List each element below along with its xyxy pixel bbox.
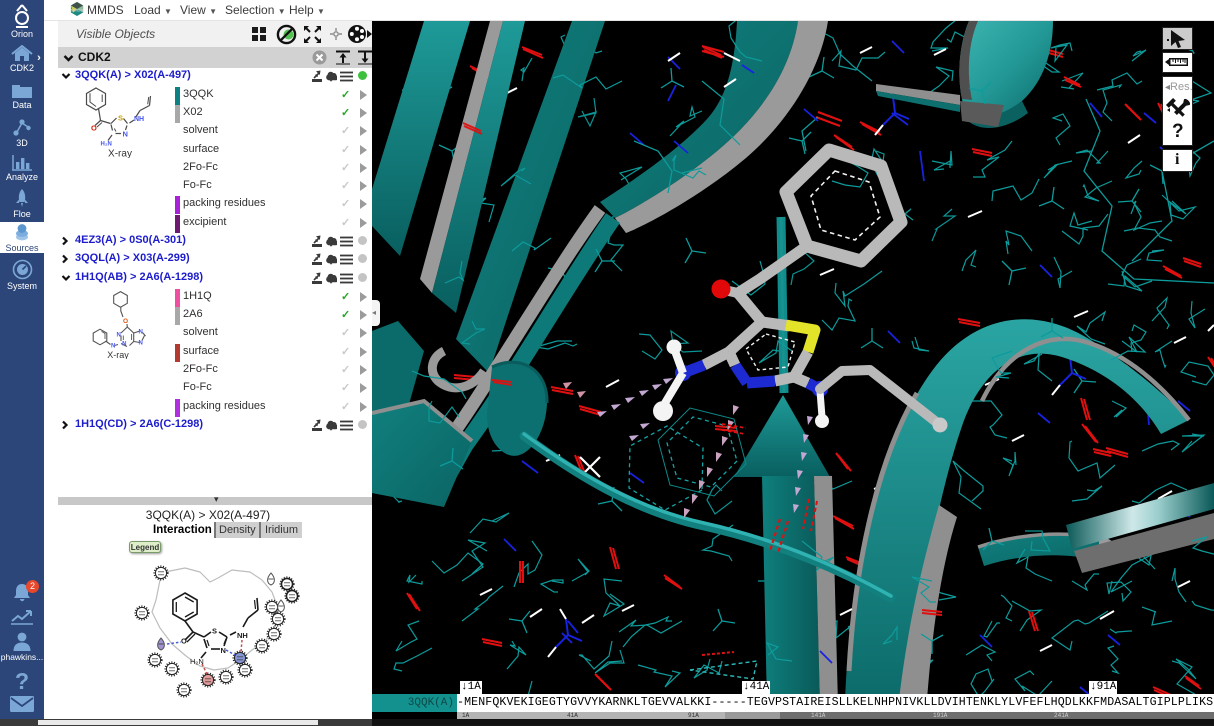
svg-text:N: N [139,330,143,336]
svg-text:MMDS: MMDS [71,8,84,13]
svg-text:X-ray: X-ray [107,350,129,359]
svg-text:N: N [221,646,226,655]
svg-text:H₂N: H₂N [101,142,112,148]
svg-text:S: S [212,627,217,636]
svg-text:O: O [123,318,128,325]
svg-text:N: N [139,341,143,347]
svg-text:NH: NH [237,631,248,640]
svg-text:NH: NH [134,116,144,123]
svg-text:S: S [118,114,123,123]
svg-text:N: N [123,130,128,139]
svg-text:O: O [91,124,97,133]
svg-text:N: N [117,333,121,339]
svg-text:N: N [111,344,115,350]
svg-text:X-ray: X-ray [108,149,132,159]
svg-text:N: N [122,342,126,348]
svg-text:O: O [181,637,187,646]
